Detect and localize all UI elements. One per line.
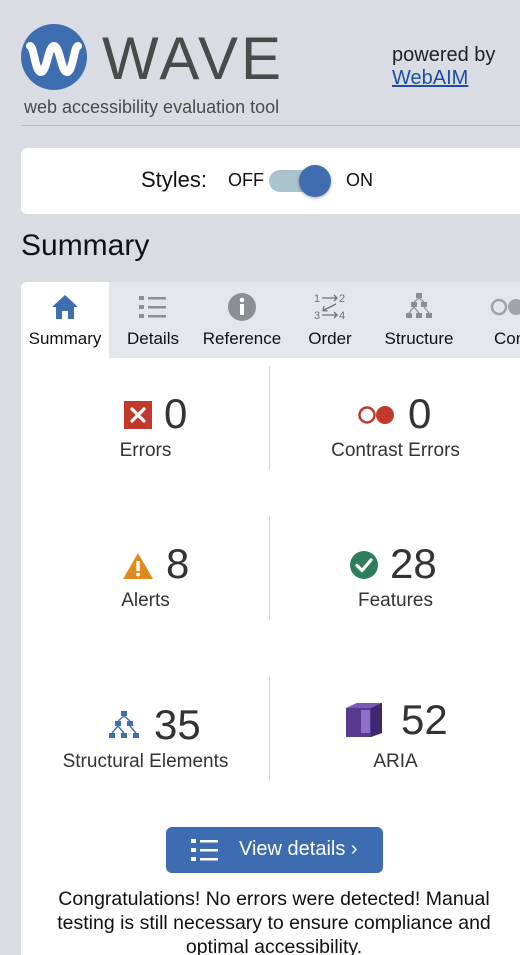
tagline: web accessibility evaluation tool — [24, 97, 280, 117]
congratulations-message: Congratulations! No errors were detected… — [57, 888, 491, 955]
styles-toggle-switch[interactable] — [269, 165, 331, 197]
aria-label: ARIA — [373, 751, 418, 772]
styles-label: Styles: — [141, 167, 208, 192]
contrast-errors-count: 0 — [408, 390, 432, 437]
svg-text:4: 4 — [339, 310, 345, 322]
alerts-count: 8 — [166, 540, 190, 587]
wave-logo-icon — [21, 24, 87, 90]
errors-count: 0 — [164, 390, 188, 437]
svg-text:2: 2 — [339, 293, 345, 305]
toggle-knob[interactable] — [299, 165, 331, 197]
tab-order[interactable]: 1 2 3 4 Order — [287, 282, 373, 358]
view-details-label: View details › — [239, 838, 358, 860]
svg-text:3: 3 — [314, 310, 320, 322]
logo-wordmark: WAVE — [102, 25, 285, 92]
page-title: Summary — [21, 229, 150, 262]
errors-label: Errors — [119, 440, 172, 461]
contrast-error-icon — [357, 404, 397, 431]
styles-on-label: ON — [346, 170, 373, 190]
tab-details[interactable]: Details — [109, 282, 197, 358]
tab-label: Summary — [28, 329, 102, 348]
alerts-stat[interactable]: 8 Alerts — [21, 542, 270, 622]
header: WAVE web accessibility evaluation tool p… — [0, 0, 520, 126]
features-count: 28 — [390, 540, 437, 587]
details-list-icon — [109, 292, 197, 322]
contrast-icon — [465, 292, 520, 322]
tab-bar: Summary Details Reference 1 2 3 4 Order Str… — [21, 282, 520, 358]
tab-contrast[interactable]: Contra — [465, 282, 520, 358]
powered-by-text: powered by — [392, 44, 496, 66]
alerts-label: Alerts — [121, 590, 170, 611]
error-x-icon — [124, 401, 152, 434]
styles-off-label: OFF — [228, 170, 264, 190]
alert-triangle-icon — [122, 552, 154, 585]
webaim-link[interactable]: WebAIM — [392, 67, 495, 90]
structural-count: 35 — [154, 701, 201, 748]
powered-by: powered by WebAIM — [392, 44, 495, 90]
styles-toggle-bar: Styles: OFF ON — [21, 148, 520, 214]
errors-stat[interactable]: 0 Errors — [21, 392, 270, 472]
tab-label: Structure — [384, 329, 454, 348]
aria-count: 52 — [401, 696, 448, 743]
aria-stat[interactable]: 52 ARIA — [271, 698, 520, 783]
home-icon — [21, 292, 109, 322]
tab-label: Contra — [494, 329, 520, 348]
tab-structure[interactable]: Structure — [373, 282, 465, 358]
structural-label: Structural Elements — [62, 751, 229, 772]
structural-elements-stat[interactable]: 35 Structural Elements — [21, 703, 270, 783]
feature-check-icon — [349, 550, 379, 585]
features-label: Features — [358, 590, 433, 611]
info-icon — [197, 292, 287, 322]
details-list-icon — [190, 838, 220, 868]
tab-summary[interactable]: Summary — [21, 282, 109, 358]
contrast-errors-stat[interactable]: 0 Contrast Errors — [271, 392, 520, 472]
tab-label: Order — [308, 329, 352, 348]
view-details-button[interactable]: View details › — [166, 827, 383, 873]
aria-cube-icon — [345, 702, 383, 743]
tab-label: Details — [127, 329, 179, 348]
svg-text:1: 1 — [314, 293, 320, 305]
features-stat[interactable]: 28 Features — [271, 542, 520, 622]
structure-icon — [373, 292, 465, 322]
header-divider — [21, 125, 520, 126]
contrast-errors-label: Contrast Errors — [331, 440, 460, 461]
structure-icon — [108, 710, 140, 745]
tab-reference[interactable]: Reference — [197, 282, 287, 358]
order-icon: 1 2 3 4 — [287, 292, 373, 322]
tab-label: Reference — [202, 329, 282, 348]
